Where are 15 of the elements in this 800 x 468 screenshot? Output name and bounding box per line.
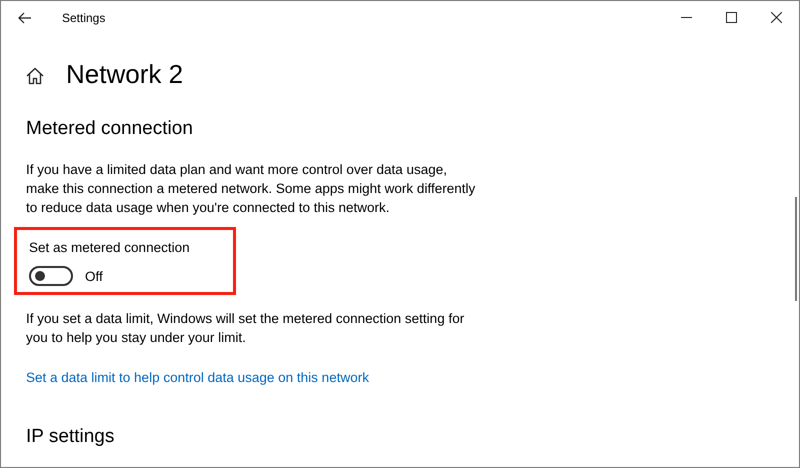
window-title: Settings [62,10,106,24]
back-arrow-icon [18,12,32,24]
note-text: If you set a data limit, Windows will set the metered connection setting for you to help you stay under your limit. [26,310,466,347]
close-icon [771,12,782,23]
description-text: If you have a limited data plan and want more control over data usage, make this connection a metered network. Some apps might work differently to reduce data usage when you're connected to this network. [26,161,476,217]
section-heading: IP settings [26,426,116,448]
toggle-state: Off [85,268,103,284]
toggle-label: Set as metered connection [29,240,191,255]
scrollbar[interactable] [795,197,797,301]
home-icon[interactable] [26,67,44,85]
toggle-switch[interactable] [29,266,73,286]
page-title: Network 2 [66,58,184,90]
data-limit-link[interactable]: Set a data limit to help control data usage on this network [26,370,369,385]
section-heading: Metered connection [26,118,194,140]
maximize-icon [726,12,737,23]
